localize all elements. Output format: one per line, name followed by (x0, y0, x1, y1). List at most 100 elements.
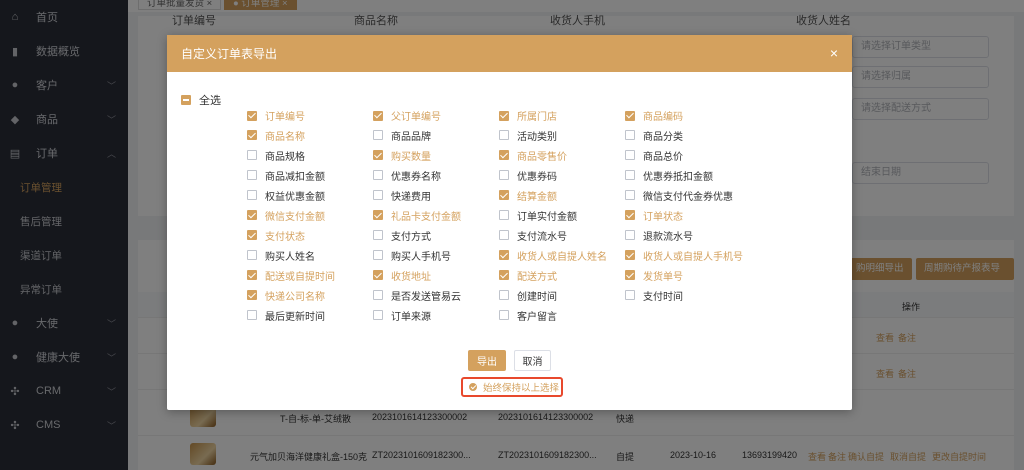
field-option-checkbox[interactable]: 微信支付代金券优惠 (625, 188, 733, 203)
field-option-checkbox[interactable]: 快递公司名称 (247, 288, 325, 303)
check-icon[interactable] (247, 290, 257, 301)
check-icon[interactable] (373, 150, 383, 161)
field-option-checkbox[interactable]: 最后更新时间 (247, 308, 325, 323)
field-option-label: 支付方式 (391, 231, 431, 243)
field-option-checkbox[interactable]: 优惠券名称 (373, 168, 441, 183)
checkbox-icon[interactable] (625, 290, 635, 301)
check-icon[interactable] (499, 110, 509, 121)
field-option-label: 订单实付金额 (517, 211, 577, 223)
field-option-checkbox[interactable]: 父订单编号 (373, 108, 441, 123)
checkbox-icon[interactable] (499, 130, 509, 141)
keep-selection-checkbox[interactable]: 始终保持以上选择 (461, 377, 563, 397)
field-option-checkbox[interactable]: 商品减扣金额 (247, 168, 325, 183)
field-option-checkbox[interactable]: 收货人或自提人手机号 (625, 248, 743, 263)
field-option-checkbox[interactable]: 商品品牌 (373, 128, 431, 143)
field-option-checkbox[interactable]: 配送方式 (499, 268, 557, 283)
field-option-checkbox[interactable]: 支付状态 (247, 228, 305, 243)
cancel-button[interactable]: 取消 (514, 350, 551, 371)
check-icon[interactable] (247, 130, 257, 141)
checkbox-icon[interactable] (247, 170, 257, 181)
field-option-checkbox[interactable]: 结算金额 (499, 188, 557, 203)
checkbox-icon[interactable] (625, 230, 635, 241)
field-option-checkbox[interactable]: 收货人或自提人姓名 (499, 248, 607, 263)
field-option-checkbox[interactable]: 订单来源 (373, 308, 431, 323)
check-icon[interactable] (499, 190, 509, 201)
checkbox-icon[interactable] (499, 290, 509, 301)
field-option-checkbox[interactable]: 商品名称 (247, 128, 305, 143)
field-option-label: 退款流水号 (643, 231, 693, 243)
field-option-checkbox[interactable]: 客户留言 (499, 308, 557, 323)
field-option-checkbox[interactable]: 购买人姓名 (247, 248, 315, 263)
checkbox-icon[interactable] (247, 250, 257, 261)
field-option-label: 权益优惠金额 (265, 191, 325, 203)
checkbox-icon[interactable] (373, 250, 383, 261)
check-icon[interactable] (469, 383, 477, 391)
check-icon[interactable] (373, 270, 383, 281)
field-option-checkbox[interactable]: 配送或自提时间 (247, 268, 335, 283)
field-option-checkbox[interactable]: 商品总价 (625, 148, 683, 163)
checkbox-icon[interactable] (247, 310, 257, 320)
export-button[interactable]: 导出 (468, 350, 506, 371)
checkbox-icon[interactable] (625, 170, 635, 181)
checkbox-icon[interactable] (499, 230, 509, 241)
field-option-checkbox[interactable]: 商品零售价 (499, 148, 567, 163)
checkbox-icon[interactable] (373, 290, 383, 301)
field-option-checkbox[interactable]: 优惠券抵扣金额 (625, 168, 713, 183)
field-option-checkbox[interactable]: 订单实付金额 (499, 208, 577, 223)
checkbox-icon[interactable] (373, 310, 383, 320)
field-option-checkbox[interactable]: 快递费用 (373, 188, 431, 203)
check-icon[interactable] (373, 210, 383, 221)
field-option-checkbox[interactable]: 创建时间 (499, 288, 557, 303)
field-option-checkbox[interactable]: 礼品卡支付金额 (373, 208, 461, 223)
checkbox-icon[interactable] (373, 190, 383, 201)
field-option-checkbox[interactable]: 商品规格 (247, 148, 305, 163)
field-option-checkbox[interactable]: 权益优惠金额 (247, 188, 325, 203)
checkbox-icon[interactable] (373, 230, 383, 241)
field-option-checkbox[interactable]: 微信支付金额 (247, 208, 325, 223)
select-all-checkbox[interactable]: 全选 (181, 92, 221, 108)
field-option-checkbox[interactable]: 所属门店 (499, 108, 557, 123)
check-icon[interactable] (247, 210, 257, 221)
field-option-label: 订单来源 (391, 311, 431, 323)
field-option-checkbox[interactable]: 商品编码 (625, 108, 683, 123)
field-option-checkbox[interactable]: 退款流水号 (625, 228, 693, 243)
checkbox-icon[interactable] (625, 150, 635, 161)
checkbox-icon[interactable] (499, 170, 509, 181)
field-option-checkbox[interactable]: 支付方式 (373, 228, 431, 243)
checkbox-icon[interactable] (373, 130, 383, 141)
field-option-checkbox[interactable]: 发货单号 (625, 268, 683, 283)
checkbox-icon[interactable] (373, 170, 383, 181)
checkbox-icon[interactable] (499, 210, 509, 221)
check-icon[interactable] (499, 150, 509, 161)
check-icon[interactable] (499, 270, 509, 281)
check-icon[interactable] (247, 230, 257, 241)
field-option-checkbox[interactable]: 购买数量 (373, 148, 431, 163)
close-icon[interactable]: × (830, 45, 838, 61)
field-option-checkbox[interactable]: 支付流水号 (499, 228, 567, 243)
check-icon[interactable] (373, 110, 383, 121)
check-icon[interactable] (625, 250, 635, 261)
field-option-checkbox[interactable]: 活动类别 (499, 128, 557, 143)
check-icon[interactable] (247, 110, 257, 121)
field-option-checkbox[interactable]: 订单编号 (247, 108, 305, 123)
check-icon[interactable] (625, 210, 635, 221)
checkbox-icon[interactable] (625, 130, 635, 141)
check-icon[interactable] (625, 110, 635, 121)
check-icon[interactable] (625, 270, 635, 281)
field-option-checkbox[interactable]: 支付时间 (625, 288, 683, 303)
check-icon[interactable] (247, 270, 257, 281)
field-option-checkbox[interactable]: 购买人手机号 (373, 248, 451, 263)
checkbox-icon[interactable] (247, 190, 257, 201)
field-option-checkbox[interactable]: 商品分类 (625, 128, 683, 143)
field-option-checkbox[interactable]: 收货地址 (373, 268, 431, 283)
checkbox-icon[interactable] (499, 310, 509, 320)
field-option-label: 商品总价 (643, 151, 683, 163)
check-icon[interactable] (499, 250, 509, 261)
checkbox-indeterminate-icon[interactable] (181, 95, 191, 105)
field-option-checkbox[interactable]: 订单状态 (625, 208, 683, 223)
field-option-checkbox[interactable]: 优惠券码 (499, 168, 557, 183)
field-option-label: 商品分类 (643, 131, 683, 143)
checkbox-icon[interactable] (247, 150, 257, 161)
field-option-checkbox[interactable]: 是否发送管易云 (373, 288, 461, 303)
checkbox-icon[interactable] (625, 190, 635, 201)
